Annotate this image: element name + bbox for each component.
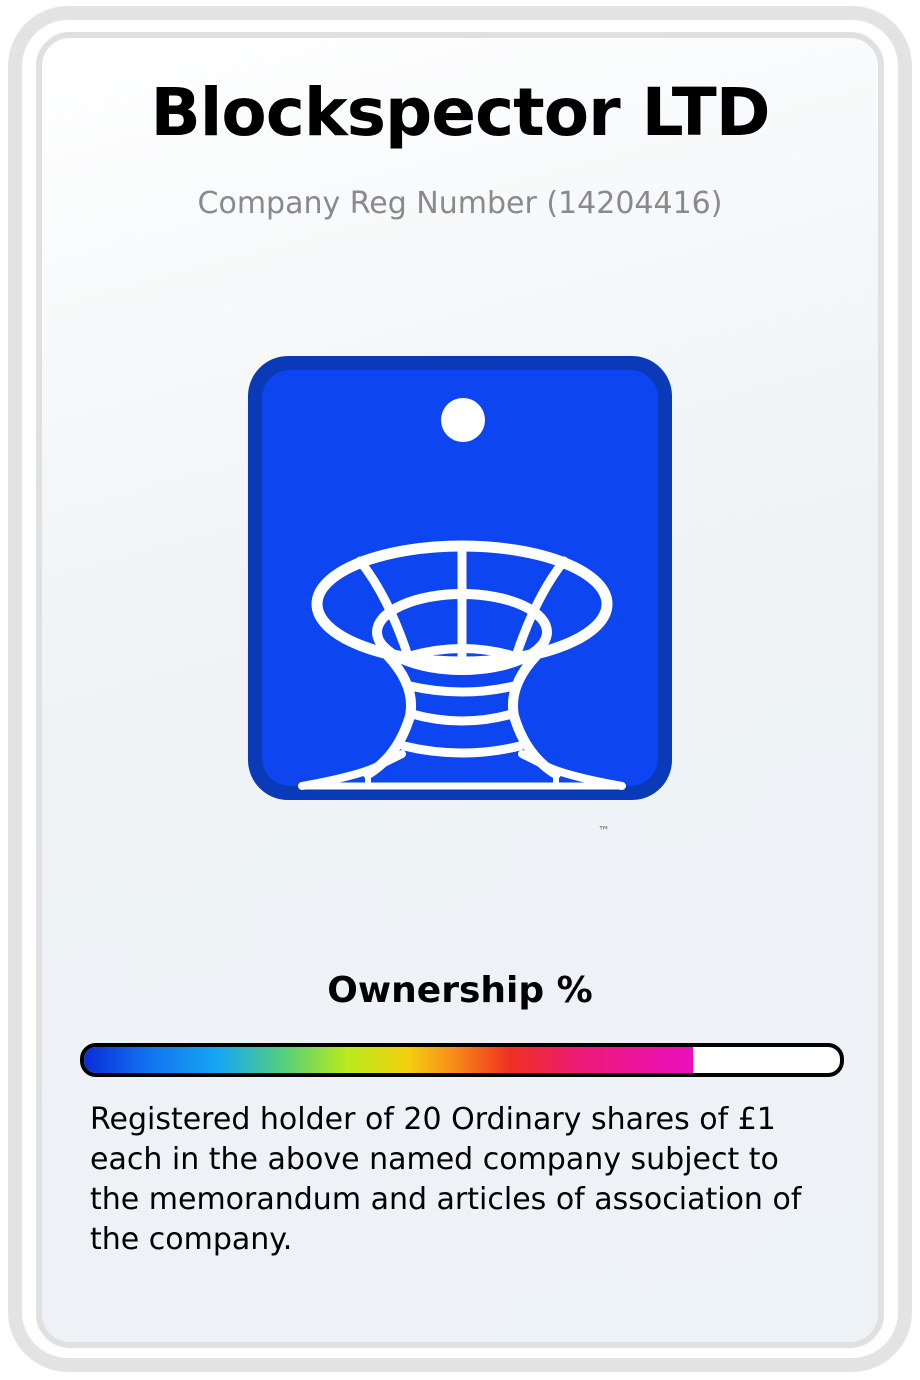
shareholding-description: Registered holder of 20 Ordinary shares …: [90, 1102, 802, 1257]
trademark-symbol: ™: [598, 824, 610, 838]
blockspector-logo-icon: [248, 356, 672, 800]
ownership-bar-fill: [84, 1047, 693, 1073]
ownership-label: Ownership %: [327, 970, 593, 1011]
ownership-bar: [80, 1043, 844, 1077]
company-name: Blockspector LTD: [150, 74, 770, 151]
company-reg-number: Company Reg Number (14204416): [197, 186, 723, 221]
